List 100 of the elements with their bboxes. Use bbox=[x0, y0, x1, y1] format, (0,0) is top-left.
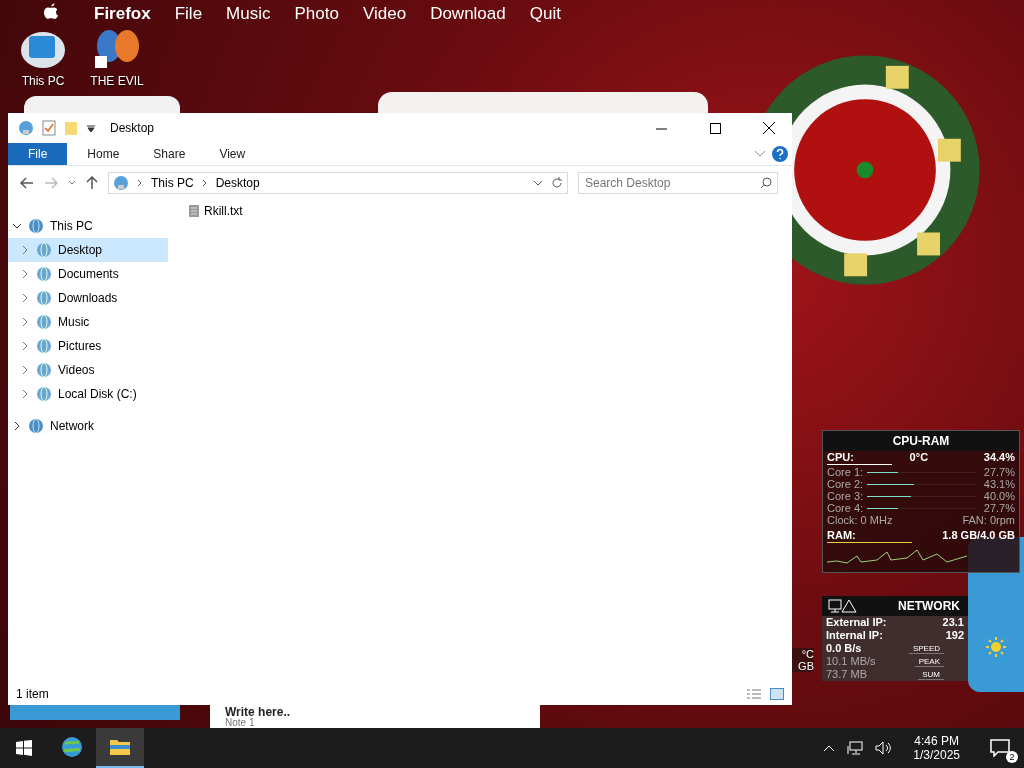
desktop-icon-label[interactable]: This PC bbox=[21, 74, 65, 88]
menu-item[interactable]: Download bbox=[430, 4, 506, 24]
search-icon bbox=[760, 177, 772, 189]
stat-toggle-button[interactable]: SUM bbox=[918, 669, 944, 680]
help-icon[interactable] bbox=[772, 146, 788, 162]
chevron-right-icon[interactable] bbox=[12, 421, 22, 431]
tree-item[interactable]: Network bbox=[8, 414, 168, 438]
widget-title: NETWORK bbox=[898, 599, 960, 613]
tree-item[interactable]: Documents bbox=[8, 262, 168, 286]
tree-item[interactable]: Music bbox=[8, 310, 168, 334]
ribbon-tab[interactable]: Share bbox=[139, 143, 200, 165]
notification-icon[interactable] bbox=[990, 739, 1010, 757]
ip-label: External IP: bbox=[826, 616, 887, 629]
desktop-icon-label[interactable]: THE EVIL bbox=[90, 74, 144, 88]
network-icon[interactable] bbox=[847, 741, 864, 755]
core-label: Core 1: bbox=[827, 466, 864, 478]
globe-icon bbox=[61, 736, 83, 758]
core-load: 40.0% bbox=[983, 490, 1015, 502]
network-stat: 10.1 MB/s bbox=[826, 655, 876, 668]
clock-time[interactable]: 4:46 PM bbox=[914, 734, 959, 748]
ribbon-tab[interactable]: View bbox=[205, 143, 260, 165]
apple-logo-icon[interactable] bbox=[44, 2, 58, 19]
maximize-icon bbox=[709, 122, 721, 134]
ram-usage: 1.8 GB/4.0 GB bbox=[942, 529, 1015, 542]
back-arrow-icon[interactable] bbox=[20, 177, 34, 189]
up-arrow-icon[interactable] bbox=[86, 176, 98, 190]
ip-address: 192 bbox=[945, 629, 964, 642]
globe-icon bbox=[28, 418, 44, 434]
menu-item[interactable]: File bbox=[174, 4, 203, 24]
recent-dropdown-icon[interactable] bbox=[68, 180, 76, 186]
menu-item[interactable]: Quit bbox=[529, 4, 561, 24]
stat-toggle-button[interactable]: PEAK bbox=[914, 656, 944, 667]
core-load: 27.7% bbox=[983, 502, 1015, 514]
fan-speed: FAN: 0rpm bbox=[962, 514, 1015, 527]
menu-item[interactable]: Photo bbox=[294, 4, 339, 24]
globe-icon bbox=[36, 386, 52, 402]
expand-ribbon-icon[interactable] bbox=[754, 150, 766, 158]
clock-speed: Clock: 0 MHz bbox=[827, 514, 893, 527]
address-bar[interactable]: This PC Desktop bbox=[108, 172, 568, 194]
chevron-up-icon[interactable] bbox=[823, 744, 836, 752]
note-text[interactable]: Write here.. bbox=[225, 706, 291, 718]
volume-icon[interactable] bbox=[875, 741, 894, 755]
tree-item[interactable]: Desktop bbox=[8, 238, 168, 262]
computer-icon bbox=[18, 120, 34, 136]
chevron-right-icon bbox=[201, 179, 208, 187]
globe-icon bbox=[36, 314, 52, 330]
chevron-down-icon[interactable] bbox=[533, 180, 543, 186]
core-label: Core 3: bbox=[827, 490, 864, 502]
folder-icon bbox=[109, 738, 131, 756]
stat-toggle-button[interactable]: SPEED bbox=[908, 643, 944, 654]
cpu-temperature: 0°C bbox=[909, 451, 929, 464]
ram-label: RAM: bbox=[827, 529, 856, 542]
widget-title: CPU-RAM bbox=[892, 434, 950, 448]
tree-item[interactable]: Pictures bbox=[8, 334, 168, 358]
ip-label: Internal IP: bbox=[826, 629, 883, 642]
tree-item[interactable]: Videos bbox=[8, 358, 168, 382]
app-name[interactable]: Firefox bbox=[94, 4, 151, 24]
globe-icon bbox=[36, 362, 52, 378]
ip-address: 23.1 bbox=[942, 616, 964, 629]
globe-icon bbox=[36, 338, 52, 354]
file-item[interactable]: Rkill.txt bbox=[188, 204, 243, 218]
core-label: Core 2: bbox=[827, 478, 864, 490]
properties-icon[interactable] bbox=[42, 120, 56, 136]
globe-icon bbox=[36, 242, 52, 258]
cpu-load: 34.4% bbox=[983, 451, 1015, 464]
taskbar-app-button[interactable] bbox=[96, 728, 144, 768]
tree-item[interactable]: Downloads bbox=[8, 286, 168, 310]
tree-item[interactable]: Local Disk (C:) bbox=[8, 382, 168, 406]
globe-icon bbox=[36, 266, 52, 282]
network-stat: 0.0 B/s bbox=[826, 642, 862, 655]
note-title: Note 1 bbox=[225, 718, 255, 728]
sun-icon bbox=[986, 637, 1006, 657]
windows-logo-icon[interactable] bbox=[16, 740, 32, 756]
ribbon-tab[interactable]: File bbox=[8, 143, 68, 165]
search-field[interactable]: Search Desktop bbox=[578, 172, 778, 194]
menu-item[interactable]: Video bbox=[362, 4, 407, 24]
temperature-reading: °C bbox=[801, 648, 814, 660]
chevron-down-icon[interactable] bbox=[12, 221, 22, 231]
computer-icon bbox=[113, 175, 129, 191]
core-load: 43.1% bbox=[983, 478, 1015, 490]
text-file-icon bbox=[188, 204, 200, 218]
globe-icon bbox=[28, 218, 44, 234]
notification-count: 2 bbox=[1006, 751, 1018, 763]
network-stat: 73.7 MB bbox=[826, 668, 867, 681]
chevron-right-icon bbox=[137, 179, 143, 187]
core-label: Core 4: bbox=[827, 502, 864, 514]
globe-icon bbox=[36, 290, 52, 306]
large-icons-view-icon[interactable] bbox=[770, 688, 784, 700]
clock-date[interactable]: 1/3/2025 bbox=[913, 748, 960, 762]
core-load: 27.7% bbox=[983, 466, 1015, 478]
close-icon bbox=[763, 122, 775, 134]
ribbon-tab[interactable]: Home bbox=[73, 143, 134, 165]
ram-reading: GB bbox=[798, 660, 814, 672]
dropdown-icon[interactable] bbox=[86, 123, 96, 133]
breadcrumb[interactable]: This PC bbox=[151, 176, 194, 190]
tree-item[interactable]: This PC bbox=[8, 214, 168, 238]
breadcrumb[interactable]: Desktop bbox=[215, 176, 260, 190]
menu-item[interactable]: Music bbox=[226, 4, 271, 24]
cpu-label: CPU: bbox=[827, 451, 854, 464]
refresh-icon[interactable] bbox=[551, 177, 563, 189]
